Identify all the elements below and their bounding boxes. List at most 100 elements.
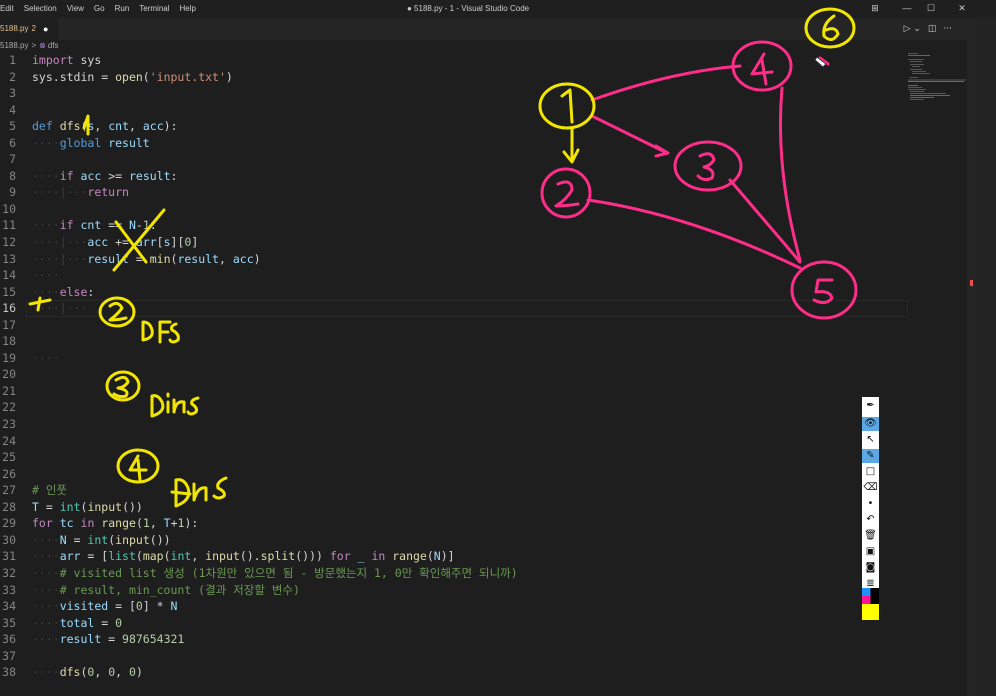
pointer-icon[interactable]: ↖ — [862, 433, 879, 447]
code-line[interactable]: 12 ····|···acc += arr[s][0] — [0, 234, 960, 251]
trash-icon[interactable]: 🗑 — [862, 529, 879, 543]
code-line[interactable]: 31 ····arr = [list(map(int, input().split… — [0, 548, 960, 565]
token-plain: ( — [142, 69, 150, 84]
layout-icon[interactable]: ⊞ — [868, 1, 882, 15]
code-line[interactable]: 9 ····|···return — [0, 184, 960, 201]
code-line[interactable]: 11 ····if cnt == N-1: — [0, 217, 960, 234]
title-bar: Edit Selection View Go Run Terminal Help ● 518… — [0, 0, 996, 18]
pen-icon[interactable]: ✒ — [862, 399, 879, 413]
code-line[interactable]: 13 ····|···result = min(result, acc) — [0, 251, 960, 268]
code-line[interactable]: 23 — [0, 416, 960, 433]
code-line[interactable]: 10 — [0, 201, 960, 218]
close-icon[interactable]: ✕ — [955, 1, 969, 15]
code-line[interactable]: 25 — [0, 449, 960, 466]
code-line[interactable]: 21 — [0, 383, 960, 400]
palette-swatch[interactable] — [862, 612, 871, 620]
code-line[interactable]: 24 — [0, 433, 960, 450]
code-line[interactable]: 6 ····global result — [0, 135, 960, 152]
split-editor-icon[interactable]: ◫ — [928, 18, 937, 40]
token-var: cnt — [108, 119, 130, 134]
token-var: N — [433, 549, 441, 564]
code-line[interactable]: 27 # 인풋 — [0, 482, 960, 499]
palette-swatch[interactable] — [870, 588, 880, 596]
code-line[interactable]: 1 import sys — [0, 52, 960, 69]
code-line[interactable]: 16 ····|··· — [0, 300, 960, 318]
run-icon[interactable]: ▷ ⌄ — [904, 18, 921, 40]
line-number: 35 — [2, 615, 16, 630]
vertical-scrollbar[interactable] — [967, 40, 974, 696]
minimap[interactable] — [906, 52, 966, 112]
code-line[interactable]: 33 ····# result, min_count (결과 저장할 변수) — [0, 582, 960, 599]
token-var: acc — [87, 235, 109, 250]
token-plain: += — [108, 235, 136, 250]
line-number: 29 — [2, 516, 16, 531]
token-num: 1 — [142, 516, 150, 531]
palette-swatch[interactable] — [862, 604, 871, 612]
palette-swatch[interactable] — [862, 596, 871, 604]
menu-terminal[interactable]: Terminal — [134, 3, 174, 15]
code-line[interactable]: 7 — [0, 151, 960, 168]
token-fn: split — [260, 549, 296, 564]
eraser-icon[interactable]: ⌫ — [862, 481, 879, 495]
rectangle-icon[interactable]: □ — [862, 465, 879, 479]
save-icon[interactable]: ▣ — [862, 545, 879, 559]
code-line[interactable]: 32 ····# visited list 생성 (1차원만 있으면 됨 - 방문… — [0, 565, 960, 582]
token-var: total — [59, 615, 95, 630]
token-cmt: # result, min_count (결과 저장할 변수) — [59, 582, 300, 597]
token-ws: ···· — [32, 599, 60, 614]
tab-5188-py[interactable]: 5188.py 2 ● — [0, 18, 58, 40]
dot-icon[interactable]: • — [862, 497, 879, 511]
code-line[interactable]: 37 — [0, 648, 960, 665]
camera-icon[interactable]: ◙ — [862, 561, 879, 575]
code-line[interactable]: 19 ···· — [0, 350, 960, 367]
palette-swatch[interactable] — [870, 596, 880, 604]
breadcrumb-symbol[interactable]: dfs — [48, 41, 59, 50]
code-line[interactable]: 14 ···· — [0, 267, 960, 284]
color-palette — [862, 588, 879, 620]
code-line[interactable]: 5 def dfs(s, cnt, acc): — [0, 118, 960, 135]
code-line[interactable]: 29 for tc in range(1, T+1): — [0, 515, 960, 532]
menu-help[interactable]: Help — [175, 3, 201, 15]
line-number: 19 — [2, 350, 16, 365]
editor-actions: ▷ ⌄ ◫ ··· — [904, 18, 952, 40]
maximize-icon[interactable]: ☐ — [924, 1, 938, 15]
code-line[interactable]: 26 — [0, 466, 960, 483]
code-line[interactable]: 3 — [0, 85, 960, 102]
code-line[interactable]: 28 T = int(input()) — [0, 499, 960, 516]
highlighter-icon[interactable]: ✎ — [862, 449, 879, 463]
palette-swatch[interactable] — [870, 612, 880, 620]
menu-selection[interactable]: Selection — [19, 3, 62, 15]
token-kwb: def — [32, 119, 53, 134]
code-line[interactable]: 17 — [0, 317, 960, 334]
code-line[interactable]: 20 — [0, 366, 960, 383]
breadcrumb-file[interactable]: 5188.py — [0, 41, 28, 50]
token-var: _ — [357, 549, 365, 564]
code-text: ····|···return — [32, 184, 129, 201]
menu-view[interactable]: View — [62, 3, 89, 15]
code-line[interactable]: 38 ····dfs(0, 0, 0) — [0, 664, 960, 681]
code-line[interactable]: 15 ····else: — [0, 284, 960, 301]
code-line[interactable]: 34 ····visited = [0] * N — [0, 598, 960, 615]
palette-swatch[interactable] — [870, 604, 880, 612]
palette-swatch[interactable] — [862, 588, 871, 596]
minimize-icon[interactable]: — — [900, 1, 914, 15]
line-number: 20 — [2, 367, 16, 382]
line-number: 8 — [9, 168, 16, 183]
code-line[interactable]: 4 — [0, 102, 960, 119]
code-line[interactable]: 30 ····N = int(input()) — [0, 532, 960, 549]
eye-icon[interactable]: 👁 — [862, 417, 879, 431]
menu-go[interactable]: Go — [89, 3, 110, 15]
menu-edit[interactable]: Edit — [0, 3, 19, 15]
code-editor[interactable]: 1 import sys 2 sys.stdin = open('input.txt'… — [0, 52, 960, 681]
code-line[interactable]: 22 — [0, 399, 960, 416]
code-line[interactable]: 8 ····if acc >= result: — [0, 168, 960, 185]
code-line[interactable]: 35 ····total = 0 — [0, 615, 960, 632]
code-line[interactable]: 18 — [0, 333, 960, 350]
undo-icon[interactable]: ↶ — [862, 513, 879, 527]
menu-run[interactable]: Run — [110, 3, 135, 15]
more-actions-icon[interactable]: ··· — [943, 18, 952, 40]
code-line[interactable]: 2 sys.stdin = open('input.txt') — [0, 69, 960, 86]
code-line[interactable]: 36 ····result = 987654321 — [0, 631, 960, 648]
unsaved-dot-icon[interactable]: ● — [43, 18, 48, 40]
